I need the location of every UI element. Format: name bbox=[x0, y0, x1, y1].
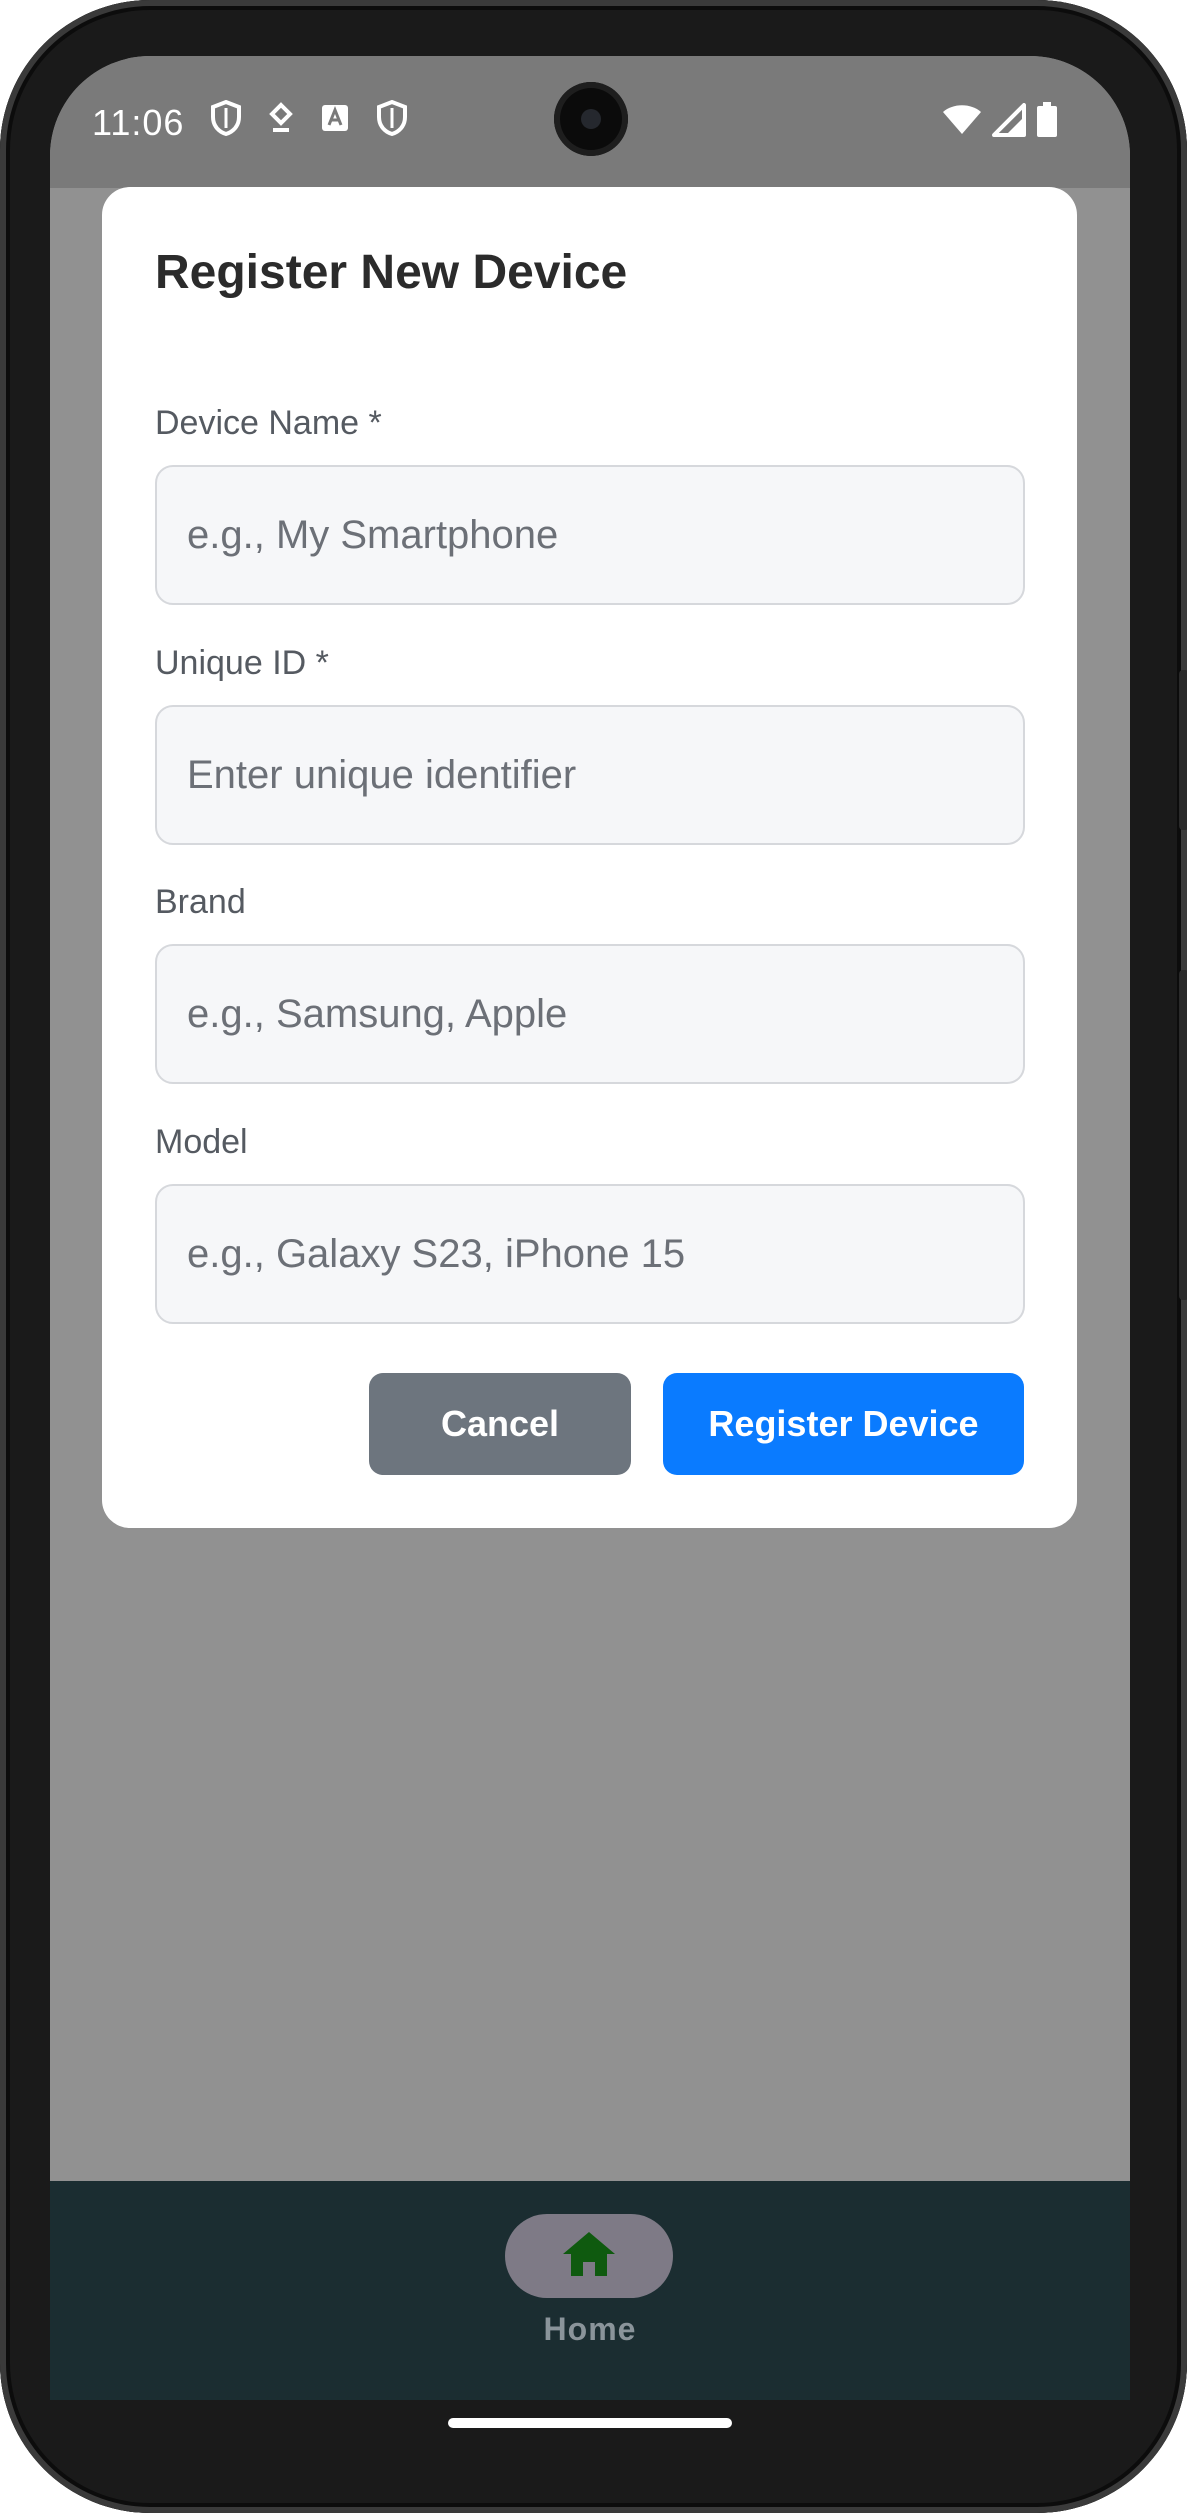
model-label: Model bbox=[155, 1123, 248, 1161]
front-camera bbox=[554, 82, 628, 156]
brand-input[interactable] bbox=[155, 944, 1025, 1084]
nav-item-home-label: Home bbox=[543, 2311, 637, 2347]
location-icon bbox=[268, 102, 294, 139]
unique-id-field-group: Unique ID * bbox=[155, 643, 1025, 845]
home-icon bbox=[561, 2230, 617, 2283]
status-time: 11:06 bbox=[92, 102, 185, 143]
bottom-navigation: Home bbox=[50, 2181, 1130, 2400]
unique-id-input[interactable] bbox=[155, 705, 1025, 845]
brand-label: Brand bbox=[155, 883, 246, 921]
gesture-home-indicator[interactable] bbox=[448, 2418, 732, 2428]
status-icons-right bbox=[942, 102, 1058, 143]
dialog-title: Register New Device bbox=[155, 246, 628, 299]
wifi-icon bbox=[942, 104, 982, 141]
shield-icon bbox=[210, 99, 242, 141]
screen: 11:06 Register New Device Device Name * … bbox=[50, 56, 1130, 2400]
unique-id-label: Unique ID * bbox=[155, 644, 329, 682]
device-name-field-group: Device Name * bbox=[155, 403, 1025, 605]
register-device-dialog: Register New Device Device Name * Unique… bbox=[102, 187, 1077, 1528]
model-input[interactable] bbox=[155, 1184, 1025, 1324]
model-field-group: Model bbox=[155, 1122, 1025, 1324]
battery-icon bbox=[1036, 102, 1058, 143]
dialog-actions: Cancel Register Device bbox=[369, 1373, 1024, 1475]
device-name-input[interactable] bbox=[155, 465, 1025, 605]
status-icons-left bbox=[210, 99, 408, 141]
signal-icon bbox=[992, 103, 1026, 142]
volume-button bbox=[1179, 970, 1187, 1300]
register-device-button[interactable]: Register Device bbox=[663, 1373, 1024, 1475]
nav-item-home[interactable] bbox=[505, 2214, 673, 2298]
device-name-label: Device Name * bbox=[155, 404, 382, 442]
text-recognition-icon bbox=[320, 103, 350, 138]
shield-icon bbox=[376, 99, 408, 141]
phone-frame: 11:06 Register New Device Device Name * … bbox=[0, 0, 1187, 2513]
status-bar: 11:06 bbox=[50, 56, 1130, 188]
cancel-button[interactable]: Cancel bbox=[369, 1373, 631, 1475]
brand-field-group: Brand bbox=[155, 882, 1025, 1084]
power-button bbox=[1179, 670, 1187, 830]
